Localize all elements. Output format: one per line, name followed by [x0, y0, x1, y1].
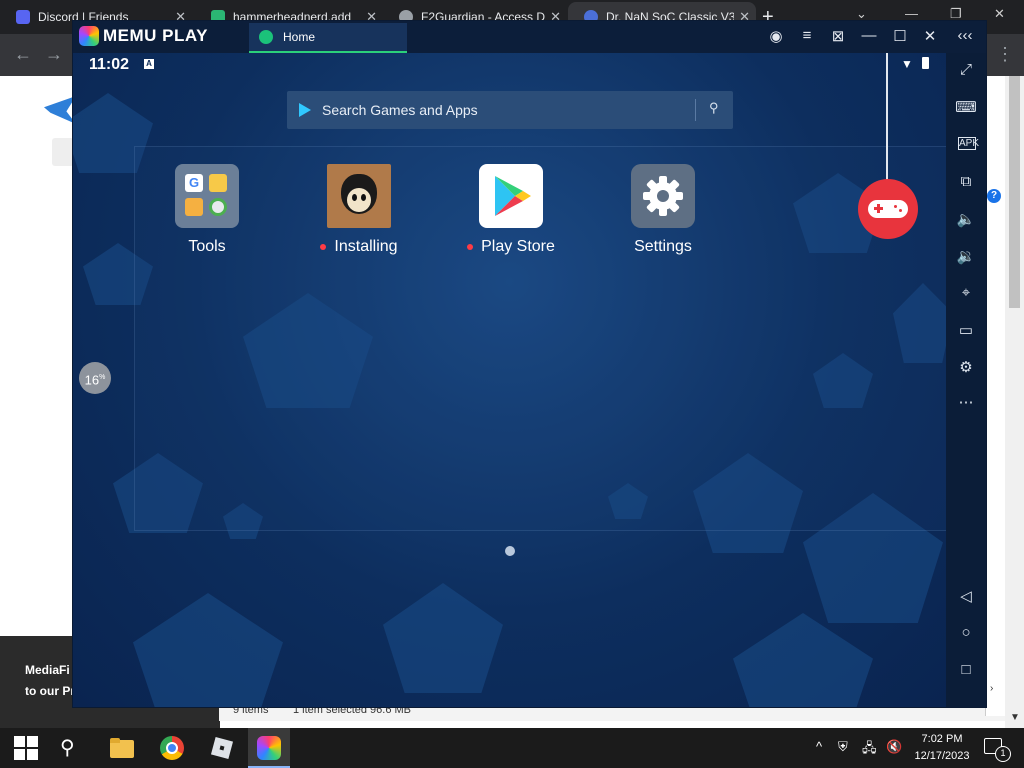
app-play-store-label: Play Store [446, 238, 576, 256]
footer-text: to our Pr [25, 684, 75, 698]
notification-badge: 1 [995, 746, 1011, 762]
footer-text: MediaFi [25, 663, 70, 677]
app-installing-label: Installing [294, 238, 424, 256]
android-home-screen: 11:02 A ▼ Search Games and Apps ⚲ G Tool… [73, 53, 946, 707]
back-arrow-icon[interactable]: ← [14, 44, 32, 65]
location-icon[interactable]: ⌖ [946, 284, 986, 301]
more-icon[interactable]: ⋯ [946, 393, 986, 411]
background-shape [733, 613, 873, 707]
memu-sidebar: ⤢ ⌨ APK ⧉ 🔈 🔉 ⌖ ▭ ⚙ ⋯ ◁ ○ □ [946, 53, 986, 707]
app-tools-label: Tools [188, 238, 226, 255]
settings-icon[interactable]: ⚙ [946, 358, 986, 376]
fullscreen-icon[interactable]: ⤢ [946, 61, 986, 78]
minimize-icon[interactable]: — [858, 27, 880, 44]
scroll-down-icon[interactable]: ▼ [1010, 712, 1020, 723]
taskbar-date: 12/17/2023 [914, 750, 970, 762]
home-tab-icon [259, 30, 273, 44]
search-icon[interactable]: ⚲ [60, 736, 84, 760]
windows-start-icon[interactable] [14, 736, 38, 760]
back-icon[interactable]: ◁ [946, 587, 986, 605]
recents-icon[interactable]: □ [946, 661, 986, 678]
memu-logo-icon [79, 26, 99, 46]
search-placeholder: Search Games and Apps [322, 102, 478, 118]
tab-search-icon[interactable]: ⌄ [856, 6, 867, 22]
maximize-icon[interactable]: ☐ [889, 27, 911, 45]
memu-app-name: MEMU PLAY [103, 26, 208, 45]
gamepad-icon [868, 200, 908, 218]
background-panel: ? [985, 156, 1006, 716]
forward-arrow-icon[interactable]: → [45, 44, 63, 65]
app-play-store[interactable]: Play Store [446, 164, 576, 256]
installing-dot [320, 243, 327, 250]
search-divider [695, 99, 696, 121]
roblox-icon[interactable] [210, 736, 234, 760]
windows-taskbar: ⚲ ^ ⛨ 🖧 🔇 7:02 PM 12/17/2023 1 [0, 728, 1024, 768]
close-icon[interactable]: ✕ [994, 6, 1005, 22]
memu-icon [257, 736, 281, 760]
battery-icon [922, 57, 929, 69]
scroll-right-icon[interactable]: › [990, 683, 993, 694]
background-shape [133, 593, 283, 707]
status-clock: 11:02 [89, 56, 130, 73]
volume-up-icon[interactable]: 🔈 [946, 210, 986, 228]
app-settings-label: Settings [634, 238, 692, 255]
memu-taskbar-button[interactable] [248, 728, 290, 768]
chrome-icon[interactable] [160, 736, 184, 760]
volume-muted-icon[interactable]: 🔇 [886, 739, 902, 755]
taskbar-time: 7:02 PM [921, 733, 963, 745]
browser-menu-icon[interactable]: ⋮ [996, 44, 1014, 65]
background-shape [383, 583, 503, 693]
keyboard-icon[interactable]: ⌨ [946, 98, 986, 116]
security-icon[interactable]: ⛨ [838, 739, 848, 755]
scrollbar-thumb[interactable] [1009, 76, 1020, 308]
page-indicator[interactable] [505, 546, 515, 556]
wifi-icon: ▼ [901, 57, 913, 71]
restore-icon[interactable]: ❐ [950, 6, 962, 22]
volume-down-icon[interactable]: 🔉 [946, 247, 986, 265]
background-widget [52, 138, 74, 166]
app-settings[interactable]: Settings [598, 164, 728, 256]
gamepad-button[interactable] [858, 179, 918, 239]
search-bar[interactable]: Search Games and Apps ⚲ [287, 91, 733, 129]
apk-icon[interactable]: APK [958, 137, 979, 150]
install-progress-badge[interactable]: 16% [79, 362, 111, 394]
collapse-sidebar-icon[interactable]: ‹‹‹ [954, 27, 976, 44]
multi-window-icon[interactable]: ⧉ [946, 173, 986, 190]
play-store-icon [299, 103, 311, 117]
cat-app-icon [327, 164, 391, 228]
play-store-icon [479, 164, 543, 228]
file-explorer-icon[interactable] [110, 736, 134, 760]
memu-titlebar: MEMU PLAY Home ◉ ≡ ⊠ — ☐ ✕ ‹‹‹ [73, 21, 986, 53]
notification-icon: A [144, 59, 154, 69]
app-installing[interactable]: Installing [294, 164, 424, 256]
page-scrollbar[interactable] [1005, 76, 1024, 728]
discord-icon [16, 10, 30, 24]
shrink-window-icon[interactable]: ⊠ [827, 27, 849, 45]
memu-logo: MEMU PLAY [79, 26, 208, 46]
search-icon[interactable]: ⚲ [709, 100, 719, 116]
memu-window: MEMU PLAY Home ◉ ≡ ⊠ — ☐ ✕ ‹‹‹ 11:02 A ▼ [73, 21, 986, 707]
app-tools[interactable]: G Tools [142, 164, 272, 256]
taskbar-clock[interactable]: 7:02 PM 12/17/2023 [912, 731, 972, 765]
tab-home[interactable]: Home [249, 23, 407, 53]
gamepad-tether [886, 53, 888, 181]
tab-home-label: Home [283, 30, 316, 44]
menu-icon[interactable]: ≡ [796, 27, 818, 44]
help-icon[interactable]: ? [987, 189, 1001, 203]
folder-icon[interactable]: ▭ [946, 321, 986, 339]
home-icon[interactable]: ○ [946, 624, 986, 641]
account-icon[interactable]: ◉ [765, 27, 787, 45]
show-hidden-icons[interactable]: ^ [816, 739, 822, 754]
close-icon[interactable]: ✕ [919, 27, 941, 45]
tools-folder-icon: G [175, 164, 239, 228]
installing-dot [467, 243, 474, 250]
minimize-icon[interactable]: — [905, 6, 918, 21]
network-icon[interactable]: 🖧 [862, 739, 877, 761]
settings-gear-icon [631, 164, 695, 228]
